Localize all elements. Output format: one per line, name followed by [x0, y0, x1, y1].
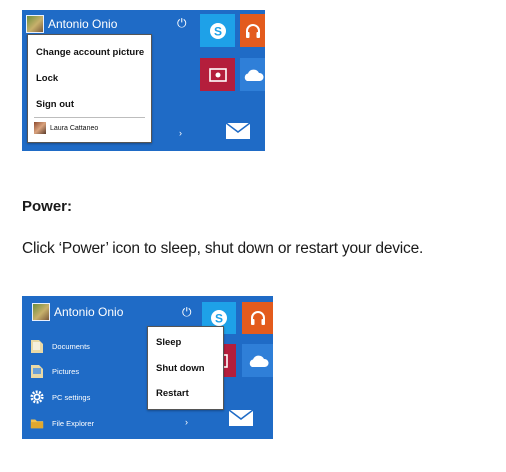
user-avatar: [32, 303, 50, 321]
other-user-item[interactable]: Laura Cattaneo: [34, 122, 98, 134]
user-name: Antonio Onio: [54, 305, 124, 319]
skype-icon: S: [209, 22, 226, 39]
mail-icon: [225, 122, 251, 139]
other-user-avatar: [34, 122, 46, 134]
power-menu-screenshot: Antonio Onio ⏻ Documents Pictures PC set…: [22, 296, 273, 439]
pc-settings-label: PC settings: [52, 392, 91, 402]
skype-icon: S: [211, 310, 227, 326]
change-account-picture-item[interactable]: Change account picture: [36, 47, 144, 58]
headphones-icon: [245, 23, 260, 38]
documents-label: Documents: [52, 341, 90, 351]
power-instruction: Click ‘Power’ icon to sleep, shut down o…: [22, 240, 424, 257]
mail-tile[interactable]: [220, 402, 262, 434]
folder-icon: [31, 365, 43, 378]
power-heading: Power:: [22, 198, 73, 215]
user-avatar: [26, 15, 44, 33]
gear-icon: [30, 390, 44, 404]
cloud-tile[interactable]: [240, 58, 265, 91]
divider: [34, 117, 145, 118]
file-explorer-label: File Explorer: [52, 418, 95, 428]
music-tile[interactable]: [242, 302, 273, 334]
pictures-label: Pictures: [52, 366, 80, 376]
cloud-icon: [249, 355, 269, 367]
power-icon[interactable]: ⏻: [177, 16, 187, 31]
svg-text:S: S: [213, 24, 221, 38]
mail-tile[interactable]: [218, 116, 258, 146]
power-popup: Sleep Shut down Restart: [147, 326, 224, 410]
skype-tile[interactable]: S: [200, 14, 235, 47]
sign-out-item[interactable]: Sign out: [36, 99, 74, 110]
video-tile[interactable]: [200, 58, 235, 91]
pictures-item[interactable]: Pictures: [30, 363, 79, 379]
shut-down-item[interactable]: Shut down: [156, 363, 205, 374]
documents-item[interactable]: Documents: [30, 338, 90, 354]
restart-item[interactable]: Restart: [156, 388, 189, 399]
chevron-right-icon[interactable]: ›: [179, 128, 182, 138]
sleep-item[interactable]: Sleep: [156, 337, 181, 348]
folder-icon: [31, 340, 43, 353]
pc-settings-item[interactable]: PC settings: [30, 389, 90, 405]
cloud-tile[interactable]: [242, 344, 273, 377]
headphones-icon: [250, 311, 265, 325]
lock-item[interactable]: Lock: [36, 73, 58, 84]
user-account[interactable]: Antonio Onio: [26, 14, 117, 34]
cloud-icon: [244, 69, 264, 81]
video-icon: [208, 67, 227, 82]
account-popup: Change account picture Lock Sign out Lau…: [27, 34, 152, 143]
folder-icon: [30, 419, 44, 429]
power-icon[interactable]: ⏻: [182, 305, 192, 320]
svg-text:S: S: [215, 312, 223, 326]
account-menu-screenshot: Antonio Onio ⏻ S › Change account pictur…: [22, 10, 265, 151]
mail-icon: [228, 409, 254, 426]
other-user-name: Laura Cattaneo: [50, 124, 99, 132]
chevron-right-icon[interactable]: ›: [185, 417, 188, 427]
user-name: Antonio Onio: [48, 17, 118, 31]
user-account[interactable]: Antonio Onio: [32, 302, 123, 322]
music-tile[interactable]: [240, 14, 265, 47]
file-explorer-item[interactable]: File Explorer: [30, 415, 94, 431]
